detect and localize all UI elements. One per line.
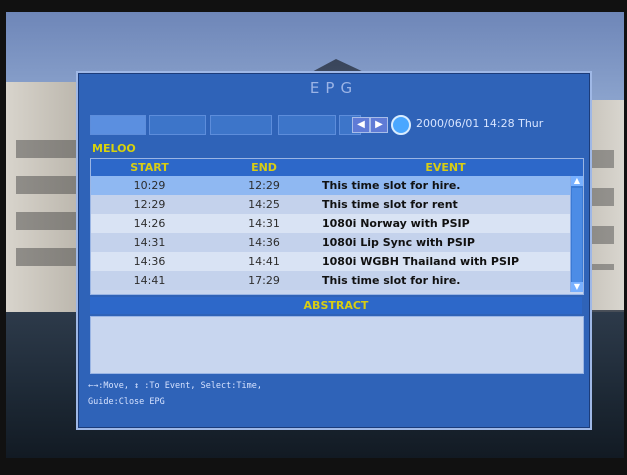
help-line-2: Guide:Close EPG: [88, 397, 165, 407]
epg-title: EPG: [309, 79, 359, 97]
right-arrow-icon[interactable]: ▶: [370, 117, 388, 133]
epg-top-bar: ◀ ▶ 2000/06/01 14:28 Thur: [90, 115, 582, 135]
scroll-thumb[interactable]: [572, 188, 582, 283]
end-time: 14:25: [248, 198, 280, 211]
end-column-header: END: [251, 161, 277, 174]
scroll-down-icon[interactable]: ▼: [571, 282, 583, 292]
event-title: 1080i Lip Sync with PSIP: [322, 236, 475, 249]
event-title: This time slot for hire.: [322, 274, 461, 287]
event-title: 1080i WGBH Thailand with PSIP: [322, 255, 520, 268]
scroll-up-icon[interactable]: ▲: [571, 176, 583, 186]
start-time: 12:29: [133, 198, 166, 211]
end-time: 17:29: [248, 274, 280, 287]
abstract-box: [90, 316, 584, 374]
channel-name: MELOO: [92, 142, 136, 155]
abstract-title: ABSTRACT: [90, 297, 582, 314]
program-grid: START END EVENT 10:29 12:29 This time sl…: [90, 158, 584, 295]
program-row[interactable]: 14:41 17:29 This time slot for hire.: [91, 271, 583, 290]
event-title: This time slot for rent: [322, 198, 458, 211]
program-rows: 10:29 12:29 This time slot for hire. 12:…: [91, 176, 583, 290]
start-time: 14:31: [133, 236, 166, 249]
program-row[interactable]: 12:29 14:25 This time slot for rent: [91, 195, 583, 214]
start-time: 14:36: [133, 255, 166, 268]
event-title: 1080i Norway with PSIP: [322, 217, 470, 230]
event-column-header: EVENT: [425, 161, 466, 174]
event-title: This time slot for hire.: [322, 179, 461, 192]
tv-screen: EPG ◀ ▶ 2000/06/01 14:28 Thur MELOO STAR…: [6, 12, 624, 458]
end-time: 14:41: [248, 255, 280, 268]
start-time: 14:41: [133, 274, 166, 287]
date-tab-3[interactable]: [210, 115, 272, 135]
date-tab-4[interactable]: [278, 115, 336, 135]
grid-header: START END EVENT: [91, 159, 583, 176]
vertical-scrollbar[interactable]: ▲ ▼: [570, 176, 583, 292]
end-time: 12:29: [248, 179, 280, 192]
date-tab-2[interactable]: [149, 115, 206, 135]
help-footer: ←→:Move, ↕ :To Event, Select:Time, Guide…: [88, 378, 584, 416]
current-date-time: 2000/06/01 14:28 Thur: [416, 117, 544, 130]
start-column-header: START: [130, 161, 169, 174]
start-time: 10:29: [133, 179, 166, 192]
clock-icon: [391, 115, 411, 135]
start-time: 14:26: [133, 217, 166, 230]
left-arrow-icon[interactable]: ◀: [352, 117, 370, 133]
end-time: 14:31: [248, 217, 280, 230]
program-row[interactable]: 14:26 14:31 1080i Norway with PSIP: [91, 214, 583, 233]
epg-panel: EPG ◀ ▶ 2000/06/01 14:28 Thur MELOO STAR…: [76, 71, 592, 430]
program-row[interactable]: 14:31 14:36 1080i Lip Sync with PSIP: [91, 233, 583, 252]
program-row[interactable]: 10:29 12:29 This time slot for hire.: [91, 176, 583, 195]
date-tab-1[interactable]: [90, 115, 146, 135]
program-row[interactable]: 14:36 14:41 1080i WGBH Thailand with PSI…: [91, 252, 583, 271]
help-line-1: ←→:Move, ↕ :To Event, Select:Time,: [88, 381, 262, 391]
end-time: 14:36: [248, 236, 280, 249]
